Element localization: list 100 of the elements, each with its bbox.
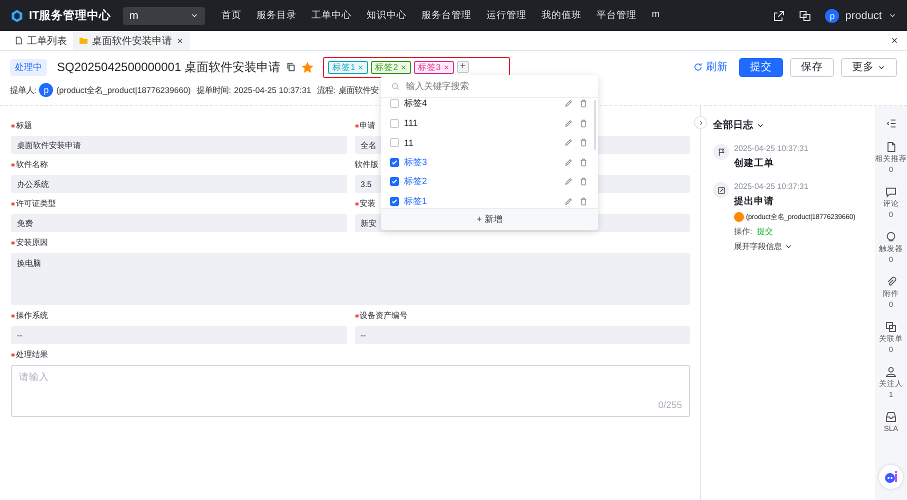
field-label: 标题 [16,120,32,131]
field-label: 软件名称 [16,159,48,170]
add-tag-button[interactable]: + [456,61,469,73]
nav-menu-item[interactable]: 工单中心 [304,9,360,22]
tag: 标签1 [328,60,368,74]
assistant-button[interactable] [879,465,903,489]
edit-icon [564,177,573,186]
field-label: 软件版 [354,159,378,170]
user-avatar [734,212,744,222]
workspace-select[interactable]: m [123,6,206,24]
collapse-list-icon [886,118,896,129]
close-icon [890,36,899,45]
nav-menu-item[interactable]: 首页 [214,9,250,22]
tag: 标签2 [371,60,411,74]
meta-value: (product全名_product|18776239660) [56,84,191,96]
page-tab[interactable]: 桌面软件安装申请 [73,31,190,50]
field-label: 设备资产编号 [360,310,408,321]
external-link-icon [773,10,786,22]
page-tab[interactable]: 工单列表 [8,31,73,50]
meta-value: 桌面软件安 [338,84,378,96]
field-value: 桌面软件安装申请 [11,136,346,154]
delete-icon [579,158,588,167]
star-icon[interactable] [302,62,314,72]
delete-icon [579,177,588,186]
status-badge: 处理中 [10,58,47,76]
meta-label: 流程: [317,84,336,96]
brand-name: IT服务管理中心 [29,8,112,23]
delete-icon [579,118,588,128]
add-tag-button[interactable]: + 新增 [381,208,598,230]
close-icon [400,64,407,70]
close-icon [176,36,184,44]
logo-icon [10,8,24,22]
inbox-icon [885,411,897,423]
log-title: 创建工单 [734,157,775,170]
field-label: 安装 [360,198,376,209]
nav-menu-item[interactable]: 知识中心 [359,9,414,22]
tag-option[interactable]: 标签2 [381,172,598,192]
log-time: 2025-04-25 10:37:31 [734,182,810,191]
tag: 标签3 [414,60,454,74]
user-menu[interactable]: p product [825,8,897,22]
meta-label: 提单人: [10,84,36,96]
field-value: -- [354,326,690,344]
nav-menu-item[interactable]: m [644,9,668,22]
folder-icon [79,36,88,45]
search-field[interactable]: 输入关键字搜索 [406,81,588,91]
linked-docs-icon [885,321,897,333]
robot-icon [883,469,899,485]
delete-icon [579,99,588,108]
meta-value: 2025-04-25 10:37:31 [234,85,312,95]
ticket-title: SQ2025042500000001 桌面软件安装申请 [57,58,280,76]
nav-menu-item[interactable]: 我的值班 [534,9,590,22]
edit-icon [564,99,573,108]
collapse-button[interactable] [694,116,707,129]
tag-option[interactable]: 标签1 [381,192,598,208]
person-icon [885,366,897,378]
field-label: 处理结果 [16,349,48,360]
nav-menu-item[interactable]: 服务台管理 [414,9,480,22]
close-icon [357,64,364,70]
search-icon [391,82,400,90]
field-label: 操作系统 [16,310,48,321]
close-icon [442,64,450,70]
field-value: 换电脑 [11,253,690,305]
action-label: 操作: [734,226,752,237]
edit-icon [564,158,573,167]
user-avatar: p [39,83,54,97]
nav-menu-item[interactable]: 运行管理 [479,9,534,22]
field-value: 免费 [11,214,346,232]
expand-link[interactable]: 展开字段信息 [734,241,856,252]
flag-icon [716,148,726,156]
more-button[interactable]: 更多 [841,58,897,76]
paperclip-icon [885,276,897,288]
log-filter[interactable]: 全部日志 [713,118,875,132]
tag-option[interactable]: 标签3 [381,152,598,172]
edit-icon [564,118,573,128]
user-avatar: p [825,8,840,22]
field-label: 安装原因 [16,237,48,248]
tag-option[interactable]: 标签4 [381,98,598,114]
action-value: 提交 [757,226,774,237]
comment-icon [885,186,897,198]
field-label: 许可证类型 [16,198,56,209]
nav-menu-item[interactable]: 平台管理 [589,9,644,22]
checkbox[interactable] [390,158,399,167]
edit-icon [564,196,573,206]
field-label: 申请 [360,120,376,131]
checkbox[interactable] [390,196,399,206]
document-icon [14,36,23,45]
submit-button[interactable]: 提交 [739,58,783,76]
edit-icon [564,138,573,148]
copy-icon [286,62,296,72]
field-value: 办公系统 [11,175,346,193]
nav-menu-item[interactable]: 服务目录 [249,9,304,22]
field-value: -- [11,326,346,344]
log-time: 2025-04-25 10:37:31 [734,144,808,153]
tag-option[interactable]: 11 [381,133,598,152]
log-title: 提出申请 [734,195,775,208]
document-icon [885,141,897,153]
save-button[interactable]: 保存 [790,58,834,76]
meta-label: 提单时间: [196,84,232,96]
checkbox[interactable] [390,177,399,186]
tag-option[interactable]: 111 [381,114,598,133]
